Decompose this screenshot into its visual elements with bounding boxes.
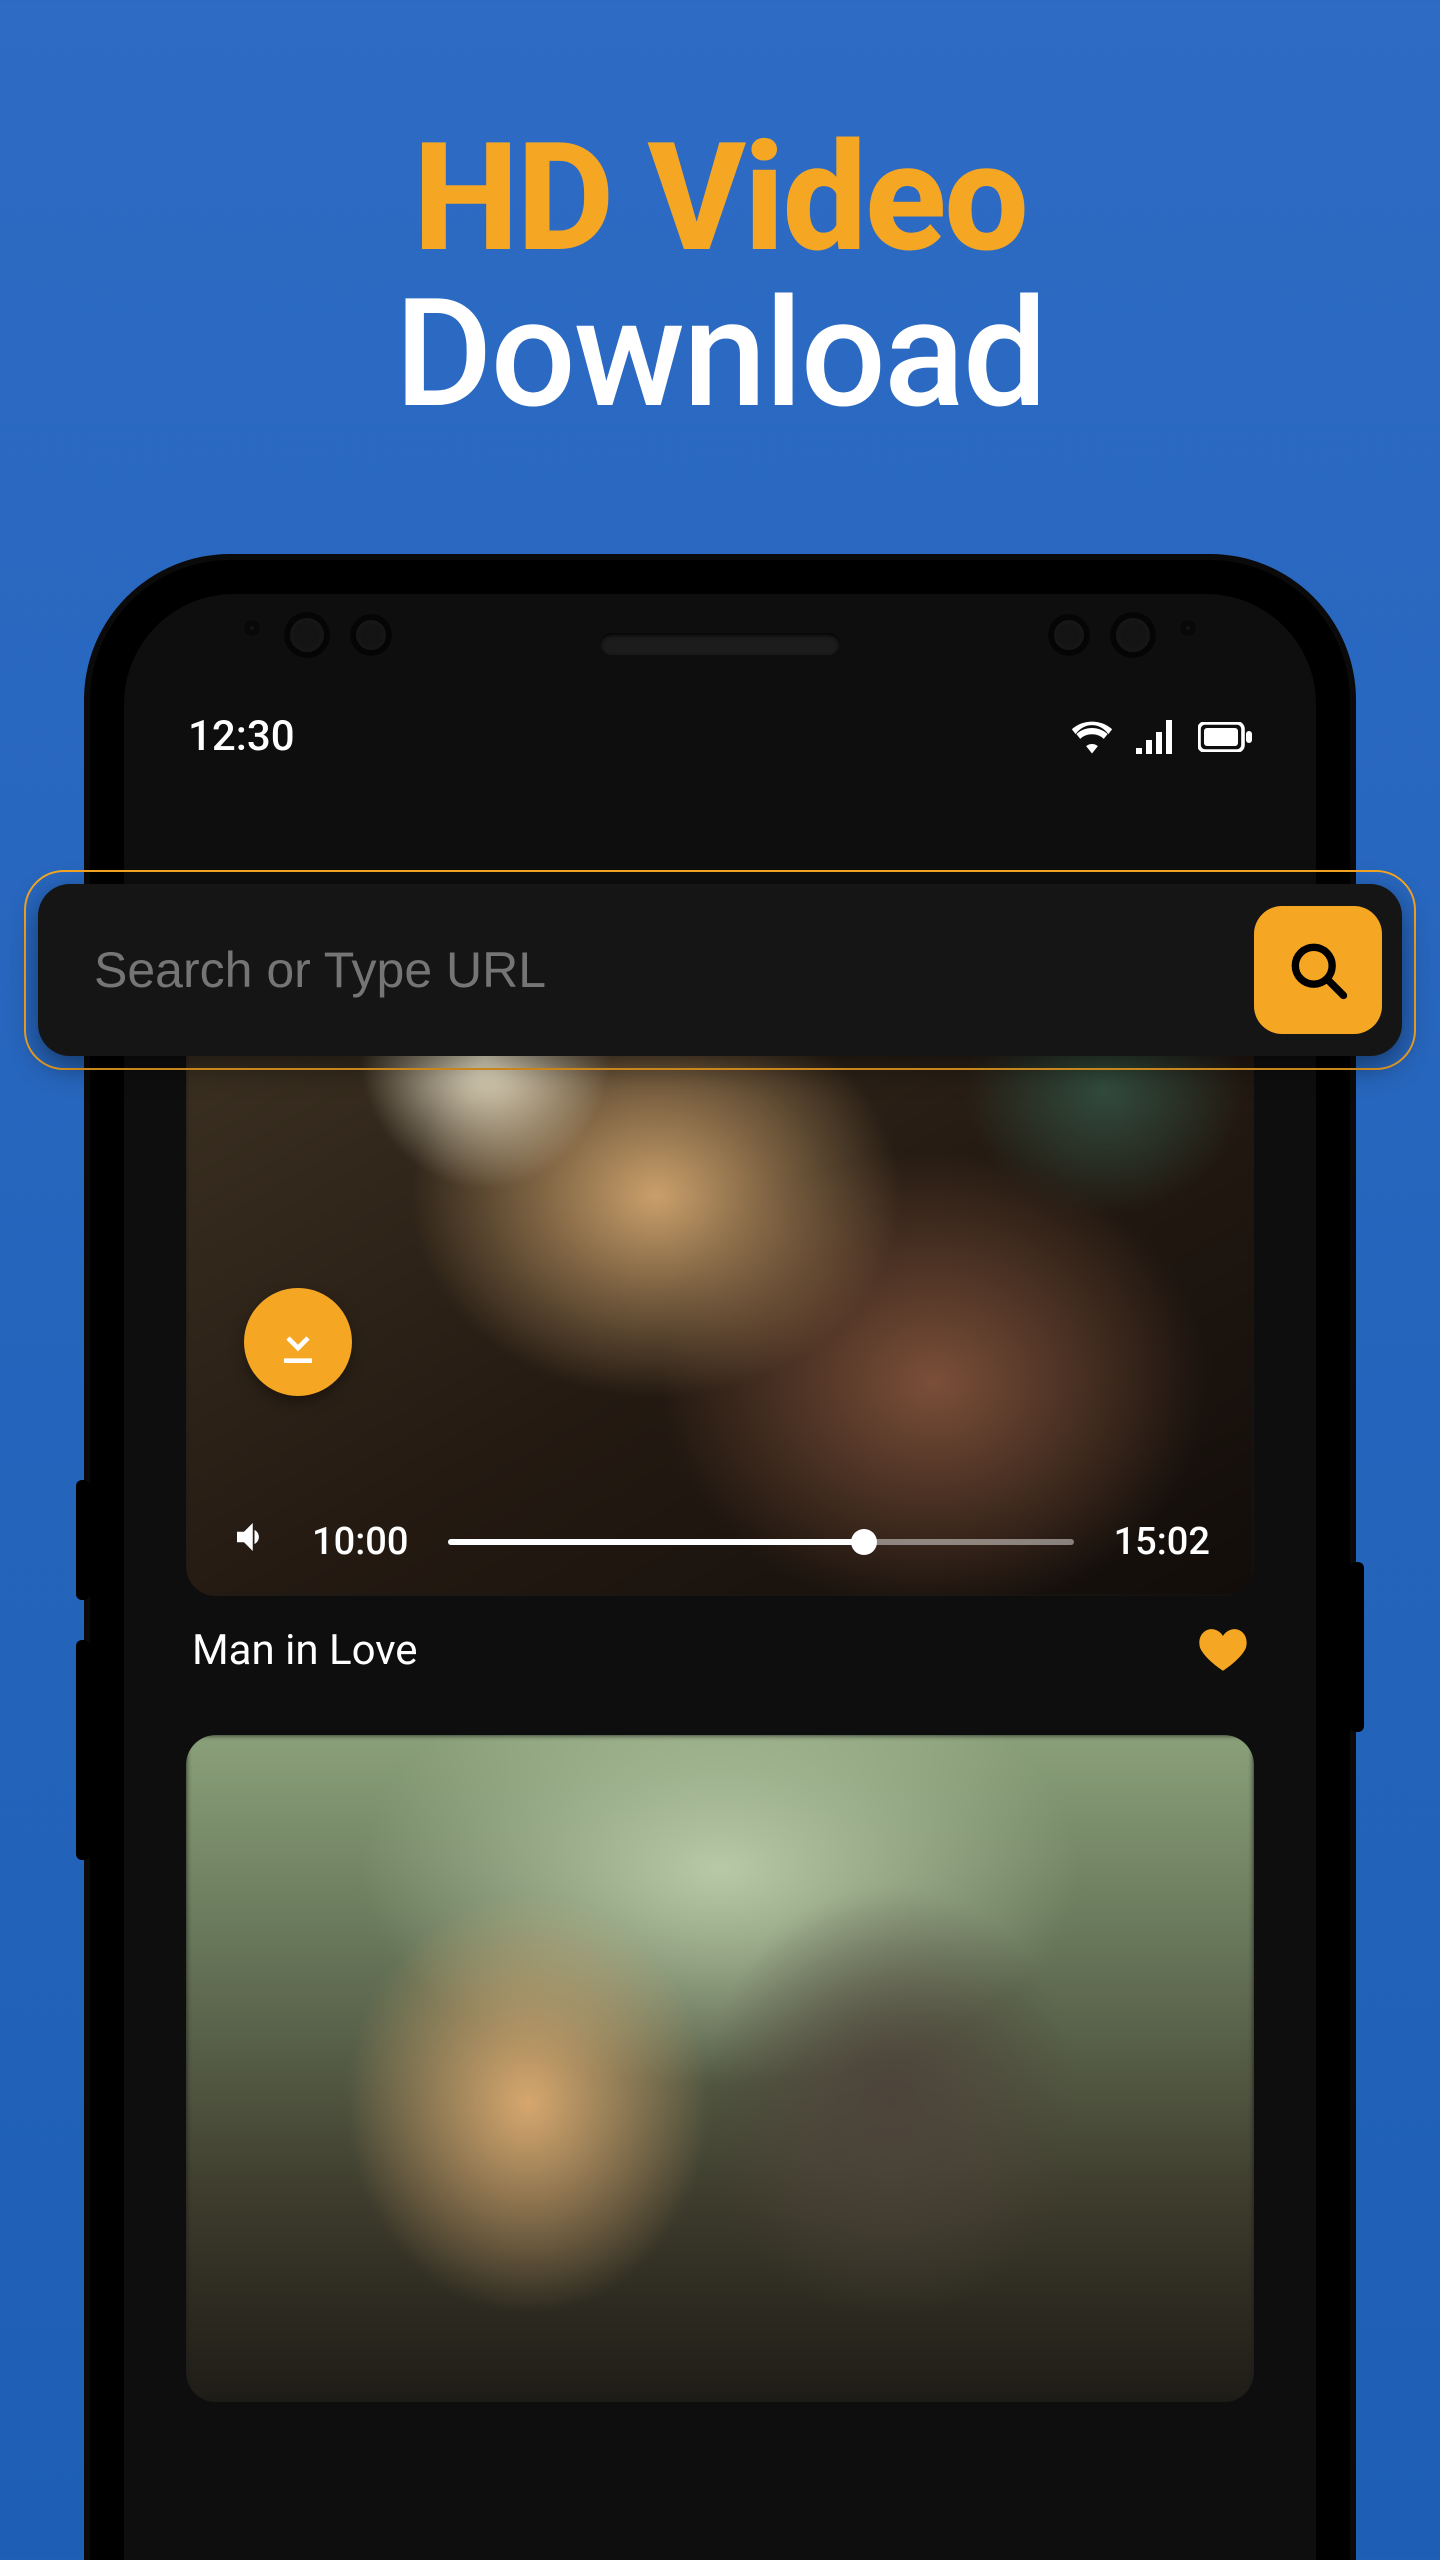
phone-hardware-bar: [124, 594, 1316, 694]
video-item: [186, 1735, 1254, 2403]
heart-icon: [1198, 1627, 1248, 1673]
signal-icon: [1136, 720, 1176, 754]
download-icon: [270, 1314, 326, 1370]
search-bar[interactable]: [38, 884, 1402, 1056]
thumbnail-image: [186, 1735, 1254, 2403]
progress-fill: [448, 1539, 864, 1545]
video-thumbnail[interactable]: [186, 1735, 1254, 2403]
search-button[interactable]: [1254, 906, 1382, 1034]
headline-line-2: Download: [0, 266, 1440, 442]
download-button[interactable]: [244, 1288, 352, 1396]
speaker-grille: [600, 633, 840, 655]
video-meta-row: Man in Love: [186, 1596, 1254, 1675]
volume-up-button: [76, 1480, 90, 1600]
video-title: Man in Love: [192, 1626, 418, 1675]
current-time: 10:00: [312, 1520, 408, 1564]
video-controls: 10:00 15:02: [186, 1516, 1254, 1568]
duration: 15:02: [1114, 1520, 1210, 1564]
search-highlight: [24, 870, 1416, 1070]
headline-line-1: HD Video: [0, 110, 1440, 286]
sensor-icon: [1180, 620, 1196, 636]
camera-icon: [1048, 614, 1090, 656]
search-input[interactable]: [94, 941, 1254, 999]
favorite-button[interactable]: [1198, 1627, 1248, 1673]
status-icons: [1070, 720, 1252, 754]
camera-icon: [284, 612, 330, 658]
volume-down-button: [76, 1640, 90, 1860]
battery-icon: [1198, 722, 1252, 752]
sensor-icon: [244, 620, 260, 636]
status-time: 12:30: [188, 712, 295, 761]
wifi-icon: [1070, 720, 1114, 754]
video-list[interactable]: 10:00 15:02 Man in Love: [124, 928, 1316, 2402]
status-bar: 12:30: [124, 694, 1316, 773]
power-button: [1350, 1562, 1364, 1732]
progress-knob[interactable]: [851, 1529, 877, 1555]
phone-mockup: 12:30: [90, 560, 1350, 2560]
camera-icon: [1110, 612, 1156, 658]
progress-slider[interactable]: [448, 1539, 1073, 1545]
promo-headline: HD Video Download: [0, 0, 1440, 442]
volume-icon[interactable]: [230, 1516, 272, 1568]
camera-icon: [350, 614, 392, 656]
search-icon: [1284, 936, 1352, 1004]
